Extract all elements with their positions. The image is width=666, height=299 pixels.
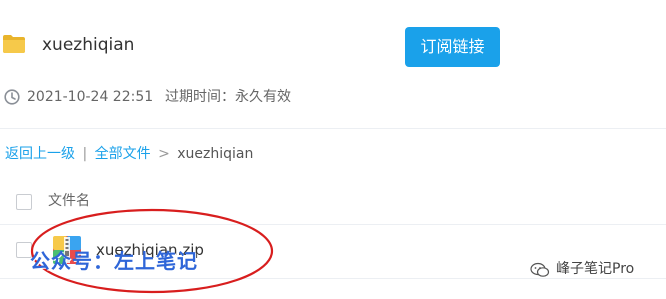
breadcrumb-separator: > <box>158 146 170 162</box>
breadcrumb-separator: | <box>82 146 88 162</box>
column-header-filename[interactable]: 文件名 <box>48 192 90 210</box>
back-link[interactable]: 返回上一级 <box>5 146 75 162</box>
expire-time: 过期时间：永久有效 <box>165 89 291 105</box>
all-files-link[interactable]: 全部文件 <box>95 146 151 162</box>
subscribe-link-button[interactable]: 订阅链接 <box>405 27 500 67</box>
clock-icon <box>4 89 20 105</box>
watermark-left: 公众号：左上笔记 <box>30 249 198 273</box>
breadcrumb-current: xuezhiqian <box>177 146 254 162</box>
breadcrumb: 返回上一级 | 全部文件 > xuezhiqian <box>5 145 253 163</box>
select-all-checkbox[interactable] <box>16 194 32 210</box>
watermark-right: 峰子笔记Pro <box>556 261 635 277</box>
folder-name: xuezhiqian <box>42 35 135 55</box>
wechat-icon <box>530 262 550 277</box>
created-date: 2021-10-24 22:51 <box>27 89 154 105</box>
divider <box>0 128 666 129</box>
folder-icon <box>3 35 25 53</box>
divider <box>0 224 666 225</box>
